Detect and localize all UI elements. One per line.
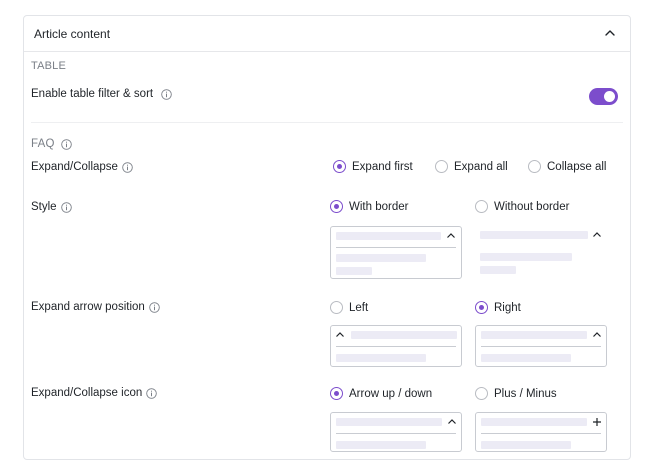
style-label: Style (31, 201, 57, 213)
preview-bar (336, 232, 441, 240)
panel-title: Article content (34, 27, 111, 41)
chevron-up-icon (335, 330, 345, 340)
faq-section-label-row: FAQ (31, 138, 72, 150)
preview-line (336, 346, 456, 347)
info-icon[interactable] (149, 301, 160, 313)
chevron-up-icon (446, 231, 456, 241)
radio-collapse-all[interactable]: Collapse all (528, 160, 606, 173)
radio-dot (330, 301, 343, 314)
radio-arrow-up-down[interactable]: Arrow up / down (330, 387, 432, 400)
radio-dot (330, 200, 343, 213)
radio-label: Right (494, 301, 521, 314)
radio-expand-all[interactable]: Expand all (435, 160, 508, 173)
radio-arrow-left[interactable]: Left (330, 301, 368, 314)
preview-bar (336, 254, 426, 262)
arrow-position-label: Expand arrow position (31, 301, 145, 313)
preview-bar (336, 354, 426, 362)
preview-bar (336, 441, 426, 449)
radio-with-border[interactable]: With border (330, 200, 408, 213)
preview-bar (480, 266, 516, 274)
radio-dot (528, 160, 541, 173)
preview-bar (481, 441, 571, 449)
preview-with-border[interactable] (330, 226, 462, 279)
radio-label: Expand first (352, 160, 413, 173)
radio-label: Without border (494, 200, 570, 213)
radio-label: Left (349, 301, 369, 314)
radio-expand-first[interactable]: Expand first (333, 160, 413, 173)
chevron-up-icon (592, 330, 602, 340)
preview-bar (351, 331, 457, 339)
section-divider (31, 122, 623, 123)
radio-label: With border (349, 200, 409, 213)
toggle-knob (604, 91, 615, 102)
collapse-icon-label: Expand/Collapse icon (31, 387, 143, 399)
preview-bar (480, 253, 572, 261)
radio-dot (475, 200, 488, 213)
preview-line (481, 346, 601, 347)
radio-without-border[interactable]: Without border (475, 200, 569, 213)
preview-line (481, 433, 601, 434)
info-icon[interactable] (161, 88, 172, 100)
radio-label: Expand all (454, 160, 508, 173)
filter-sort-row-label: Enable table filter & sort (31, 88, 172, 100)
panel-header[interactable]: Article content (24, 16, 630, 52)
info-icon[interactable] (146, 387, 158, 399)
preview-bar (480, 231, 588, 239)
radio-plus-minus[interactable]: Plus / Minus (475, 387, 557, 400)
info-icon[interactable] (60, 201, 72, 213)
radio-dot (475, 387, 488, 400)
radio-dot (475, 301, 488, 314)
preview-bar (481, 354, 571, 362)
preview-arrow-icon[interactable] (330, 412, 462, 452)
preview-bar (336, 267, 372, 275)
preview-plus-icon[interactable] (475, 412, 607, 452)
preview-arrow-left[interactable] (330, 325, 462, 367)
chevron-up-icon[interactable] (604, 27, 616, 39)
info-icon[interactable] (122, 161, 133, 173)
preview-bar (336, 418, 442, 426)
filter-sort-label: Enable table filter & sort (31, 88, 154, 100)
expand-collapse-row-label: Expand/Collapse (31, 161, 133, 173)
article-content-panel: Article content TABLE Enable table filte… (23, 15, 631, 460)
radio-label: Arrow up / down (349, 387, 433, 400)
radio-dot (435, 160, 448, 173)
radio-arrow-right[interactable]: Right (475, 301, 521, 314)
arrow-position-row-label: Expand arrow position (31, 301, 160, 313)
expand-collapse-label: Expand/Collapse (31, 161, 118, 173)
preview-without-border[interactable] (475, 226, 607, 279)
faq-section-label: FAQ (31, 138, 55, 150)
plus-icon (592, 417, 602, 427)
radio-label: Collapse all (547, 160, 607, 173)
chevron-up-icon (447, 417, 457, 427)
radio-dot (333, 160, 346, 173)
collapse-icon-row-label: Expand/Collapse icon (31, 387, 158, 399)
filter-sort-toggle[interactable] (589, 88, 618, 105)
preview-bar (481, 331, 587, 339)
style-row-label: Style (31, 201, 72, 213)
preview-arrow-right[interactable] (475, 325, 607, 367)
radio-dot (330, 387, 343, 400)
chevron-up-icon (592, 230, 602, 240)
preview-bar (481, 418, 587, 426)
preview-line (336, 247, 456, 248)
radio-label: Plus / Minus (494, 387, 557, 400)
info-icon[interactable] (60, 138, 72, 150)
table-section-label: TABLE (31, 60, 67, 72)
preview-line (336, 433, 456, 434)
